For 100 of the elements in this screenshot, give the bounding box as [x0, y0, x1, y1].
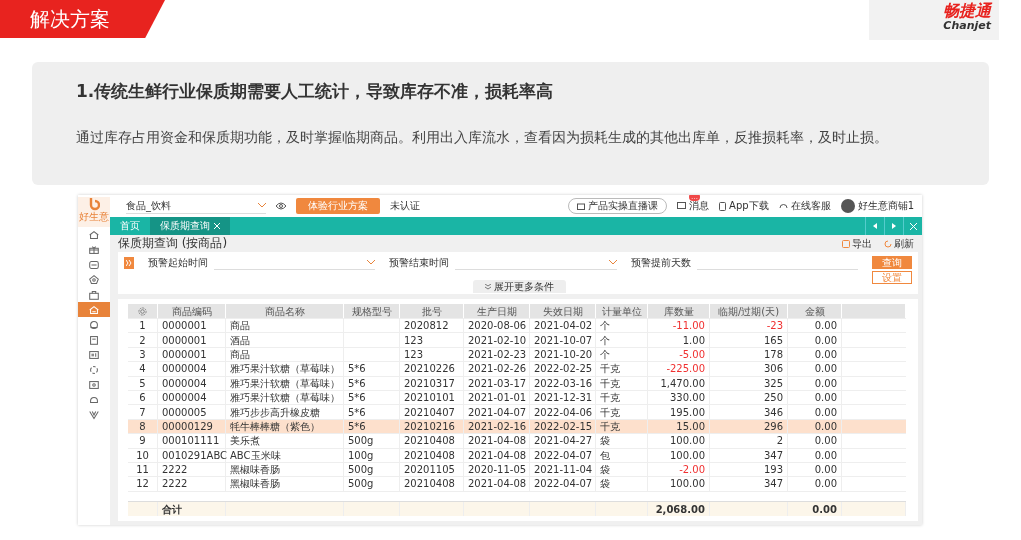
table-cell: 100.00 [670, 477, 705, 491]
problem-heading: 1.传统生鲜行业保质期需要人工统计，导致库存不准，损耗率高 [76, 80, 555, 103]
service-link[interactable]: 在线客服 [778, 199, 831, 213]
table-cell: 0.00 [814, 391, 837, 405]
column-header[interactable]: 规格型号 [344, 304, 400, 318]
app-download-link[interactable]: App下载 [719, 199, 769, 213]
table-row[interactable]: 6 0000004 雅巧果汁软糖（草莓味） 5*6 20210101 2021-01-01 2021-12-31 千克 330.00 250 0.00 [128, 390, 906, 406]
nav-icon [88, 378, 100, 391]
expand-button[interactable] [124, 257, 134, 269]
refresh-icon [884, 239, 892, 248]
table-cell: 袋 [600, 477, 610, 491]
table-cell: -5.00 [679, 347, 705, 361]
column-header[interactable]: 失效日期 [530, 304, 596, 318]
more-filters-toggle[interactable]: 展开更多条件 [473, 280, 566, 293]
table-cell: 2021-10-20 [534, 347, 593, 361]
table-cell: 0.00 [814, 448, 837, 462]
column-header[interactable]: 商品编码 [158, 304, 226, 318]
table-cell: 2222 [162, 463, 188, 477]
export-button[interactable]: 导出 [842, 236, 872, 251]
column-header[interactable]: 商品名称 [226, 304, 344, 318]
table-cell: 20210226 [404, 362, 455, 376]
problem-description: 通过库存占用资金和保质期功能，及时掌握临期商品。利用出入库流水，查看因为损耗生成的其他出库单，反推损耗率，及时止损。 [76, 129, 889, 147]
row-number: 1 [139, 319, 146, 333]
table-cell: 2022-02-15 [534, 419, 593, 433]
table-row[interactable]: 4 0000004 雅巧果汁软糖（草莓味） 5*6 20210226 2021-02-26 2022-02-25 千克 -225.00 306 0.00 [128, 362, 906, 377]
refresh-button[interactable]: 刷新 [884, 236, 914, 251]
row-number: 3 [139, 347, 146, 361]
user-menu[interactable]: 好生意商铺1 [840, 199, 914, 213]
nav-icon [88, 333, 100, 346]
table-cell: 千克 [600, 419, 620, 433]
table-cell: 0.00 [814, 347, 837, 361]
table-cell: 123 [404, 347, 424, 361]
table-cell: 100.00 [670, 434, 705, 448]
table-cell: 袋 [600, 434, 610, 448]
table-cell: 千克 [600, 405, 620, 419]
eye-icon[interactable] [276, 202, 286, 210]
total-quantity: 2,068.00 [655, 502, 705, 516]
table-cell: 2022-04-07 [534, 477, 593, 491]
table-cell: 165 [763, 333, 783, 347]
settings-icon[interactable] [138, 306, 147, 316]
table-row[interactable]: 2 0000001 酒品 123 2021-02-10 2021-10-07 个 1.00 165 0.00 [128, 333, 906, 348]
row-number: 8 [139, 419, 146, 433]
tab[interactable]: 保质期查询 [150, 217, 230, 235]
row-number: 11 [136, 463, 149, 477]
column-header[interactable]: 临期/过期(天) [710, 304, 788, 318]
table-cell: 2021-04-08 [468, 477, 527, 491]
column-header[interactable]: 批号 [400, 304, 464, 318]
column-header[interactable]: 金额 [788, 304, 842, 318]
table-cell: 1.00 [682, 333, 705, 347]
table-row[interactable]: 10 0010291ABC ABC玉米味 100g 20210408 2021-04-08 2022-04-07 包 100.00 347 0.00 [128, 448, 906, 463]
table-row[interactable]: 1 0000001 商品 2020812 2020-08-06 2021-04-02 个 -11.00 -23 0.00 [128, 319, 906, 334]
table-cell: 0000004 [162, 376, 207, 390]
table-cell: 500g [348, 477, 374, 491]
close-icon [909, 222, 917, 230]
table-row[interactable]: 7 0000005 雅巧步步高升橡皮糖 5*6 20210407 2021-04-07 2022-04-06 千克 195.00 346 0.00 [128, 405, 906, 420]
table-cell: 千克 [600, 362, 620, 376]
table-cell: 2021-10-07 [534, 333, 593, 347]
table-cell: 20210408 [404, 434, 455, 448]
table-cell: 0.00 [814, 319, 837, 333]
row-number: 4 [139, 362, 146, 376]
table-cell: 2020812 [404, 319, 449, 333]
table-cell: 2021-04-07 [468, 405, 527, 419]
table-cell: 2 [776, 434, 783, 448]
table-row[interactable]: 12 2222 黑椒味香肠 500g 20210408 2021-04-08 2022-04-07 袋 100.00 347 0.00 [128, 477, 906, 492]
table-cell: 306 [763, 362, 783, 376]
nav-icon [88, 228, 100, 241]
nav-item[interactable] [78, 302, 110, 317]
nav-icon [88, 303, 100, 316]
row-number: 9 [139, 434, 146, 448]
row-number: 7 [139, 405, 146, 419]
close-icon[interactable] [214, 223, 220, 229]
table-cell: 347 [763, 448, 783, 462]
table-cell: 黑椒味香肠 [230, 463, 280, 477]
table-cell: 20210317 [404, 376, 455, 390]
column-header[interactable]: 生产日期 [464, 304, 530, 318]
page-title: 保质期查询 (按商品) [118, 235, 229, 252]
table-cell: 个 [600, 347, 610, 361]
phone-icon [719, 201, 727, 211]
column-header[interactable]: 库数量 [648, 304, 710, 318]
table-cell: 2021-02-10 [468, 333, 527, 347]
table-cell: 0000004 [162, 362, 207, 376]
table-cell: 酒品 [230, 333, 250, 347]
table-cell: 0.00 [814, 463, 837, 477]
table-cell: 0.00 [814, 434, 837, 448]
table-cell: 193 [763, 463, 783, 477]
table-cell: 5*6 [348, 419, 366, 433]
table-cell: 2021-02-26 [468, 362, 527, 376]
export-icon [842, 239, 850, 248]
table-row[interactable]: 5 0000004 雅巧果汁软糖（草莓味） 5*6 20210317 2021-03-17 2022-03-16 千克 1,470.00 325 0.00 [128, 376, 906, 391]
table-row[interactable]: 3 0000001 商品 123 2021-02-23 2021-10-20 个 -5.00 178 0.00 [128, 347, 906, 363]
table-cell: 325 [763, 376, 783, 390]
row-number: 6 [139, 391, 146, 405]
table-cell: 346 [763, 405, 783, 419]
table-row[interactable]: 9 000101111 美乐煮 500g 20210408 2021-04-08 2021-04-27 袋 100.00 2 0.00 [128, 434, 906, 449]
table-cell: -11.00 [672, 319, 705, 333]
double-chevron-icon [126, 260, 132, 266]
org-select[interactable]: 食品_饮料 [126, 198, 266, 214]
column-header[interactable]: 计量单位 [596, 304, 648, 318]
table-row[interactable]: 11 2222 黑椒味香肠 500g 20201105 2020-11-05 2021-11-04 袋 -2.00 193 0.00 [128, 462, 906, 478]
table-cell: -225.00 [666, 362, 705, 376]
